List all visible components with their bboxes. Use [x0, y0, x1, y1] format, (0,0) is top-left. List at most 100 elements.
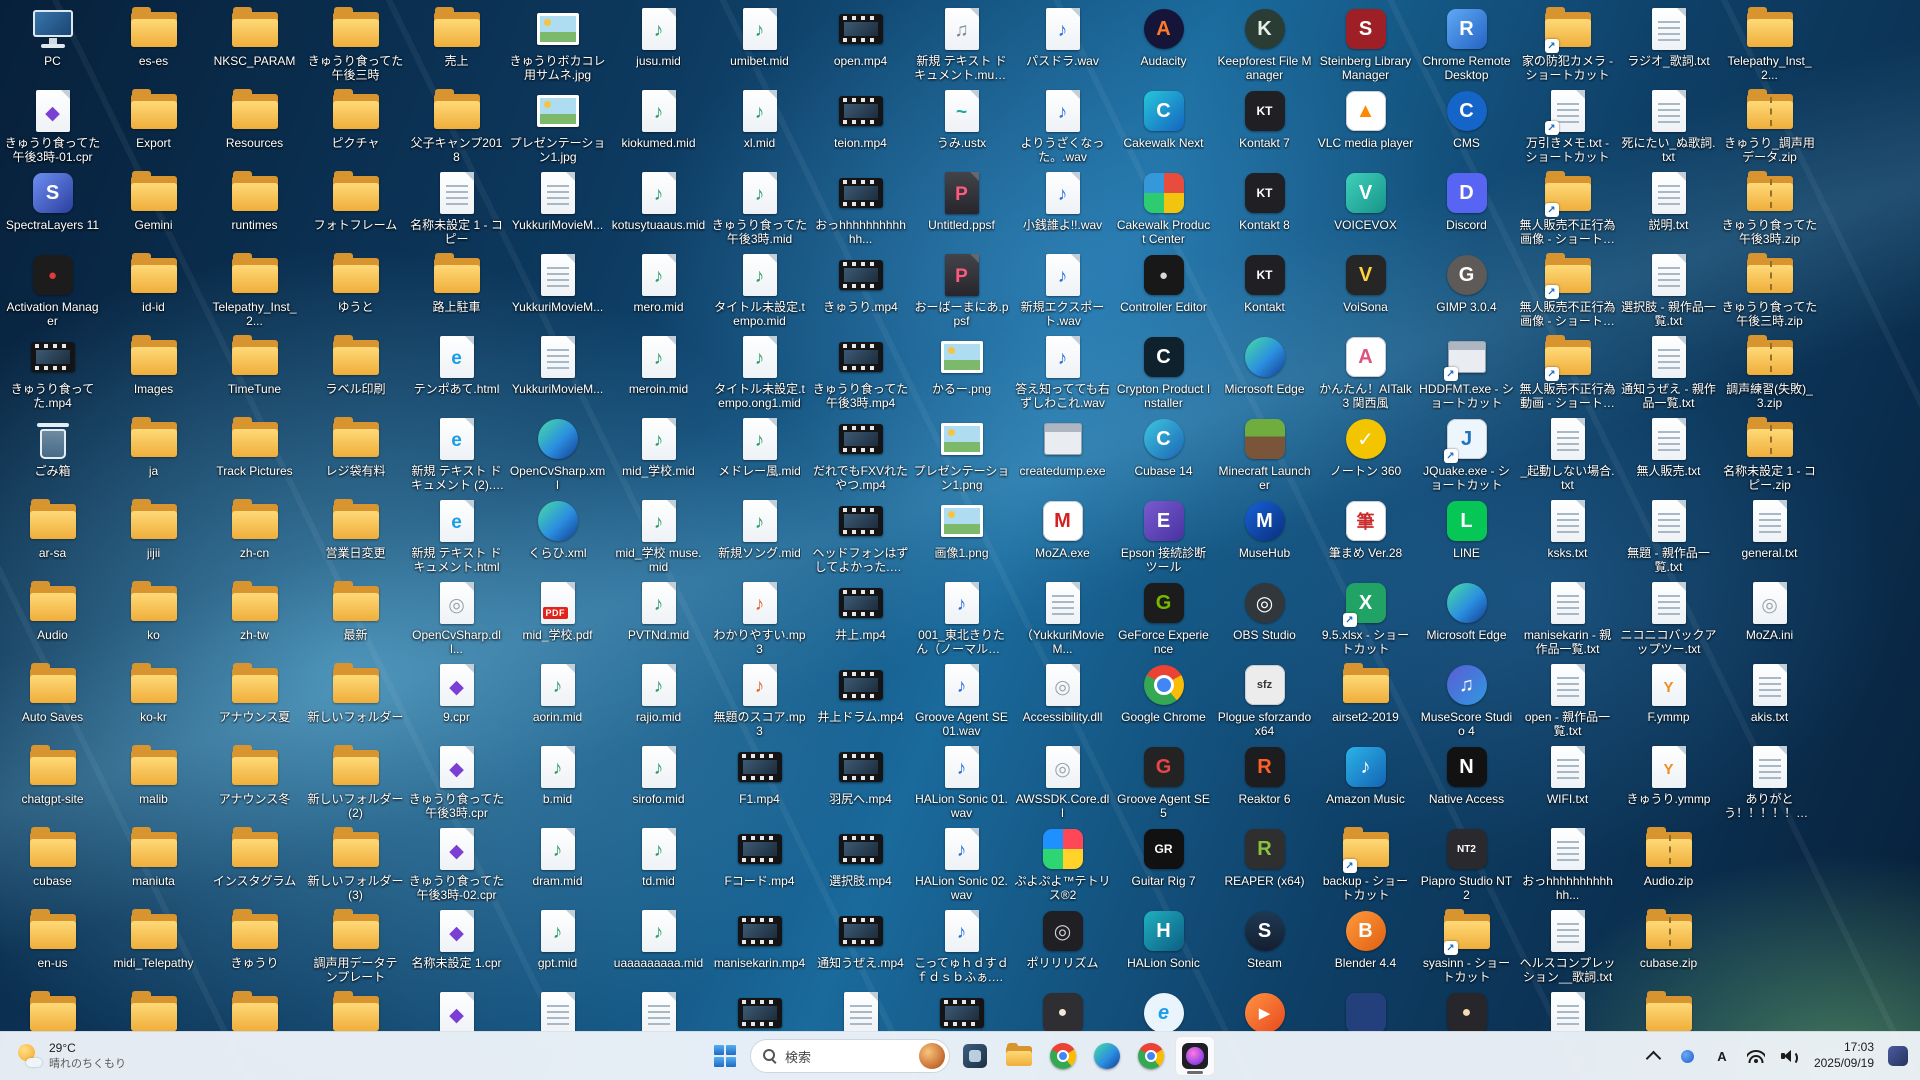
desktop-icon[interactable]: 名称未設定 1 - コピー: [406, 167, 507, 249]
desktop-icon[interactable]: ◆きゅうり食ってた午後3時-01.cpr: [2, 85, 103, 167]
desktop-icon[interactable]: ●Controller Editor: [1113, 249, 1214, 331]
desktop-icon[interactable]: en-us: [2, 905, 103, 987]
desktop-icon[interactable]: YukkuriMovieM...: [507, 331, 608, 413]
desktop-icon[interactable]: NKSC_PARAM: [204, 3, 305, 85]
desktop-icon[interactable]: ↗syasinn - ショートカット: [1416, 905, 1517, 987]
desktop-icon[interactable]: YukkuriMovieM...: [507, 249, 608, 331]
desktop-icon[interactable]: ar-sa: [2, 495, 103, 577]
desktop-icon[interactable]: ♪jusu.mid: [608, 3, 709, 85]
desktop-icon[interactable]: LLINE: [1416, 495, 1517, 577]
desktop-icon[interactable]: きゅうり食ってた午後三時.zip: [1719, 249, 1820, 331]
desktop-icon[interactable]: ◎Accessibility.dll: [1012, 659, 1113, 741]
desktop-icon[interactable]: ◆きゅうり食ってた午後3時-02.cpr: [406, 823, 507, 905]
desktop-icon[interactable]: ♪こってゅｈｄすｄｆｄｓｂふぁ.wav: [911, 905, 1012, 987]
start-button[interactable]: [705, 1036, 745, 1076]
desktop-icon[interactable]: ヘルスコンプレッション__歌詞.txt: [1517, 905, 1618, 987]
desktop-icon[interactable]: ラジオ_歌詞.txt: [1618, 3, 1719, 85]
desktop-icon[interactable]: ♪PVTNd.mid: [608, 577, 709, 659]
desktop-icon[interactable]: CCubase 14: [1113, 413, 1214, 495]
desktop-icon[interactable]: cubase.zip: [1618, 905, 1719, 987]
desktop-icon[interactable]: KTKontakt 8: [1214, 167, 1315, 249]
desktop-icon[interactable]: id-id: [103, 249, 204, 331]
desktop-icon[interactable]: [709, 987, 810, 1032]
desktop-icon[interactable]: ♫新規 テキスト ドキュメント.musicxml: [911, 3, 1012, 85]
desktop-icon[interactable]: Images: [103, 331, 204, 413]
desktop-icon[interactable]: OpenCvSharp.xml: [507, 413, 608, 495]
desktop-icon[interactable]: GGeForce Experience: [1113, 577, 1214, 659]
desktop-icon[interactable]: 路上駐車: [406, 249, 507, 331]
desktop-icon[interactable]: Fコード.mp4: [709, 823, 810, 905]
desktop-icon[interactable]: 選択肢 - 親作品一覧.txt: [1618, 249, 1719, 331]
desktop-icon[interactable]: GRGuitar Rig 7: [1113, 823, 1214, 905]
desktop-icon[interactable]: ko: [103, 577, 204, 659]
desktop-icon[interactable]: きゅうり食ってた.mp4: [2, 331, 103, 413]
desktop-icon[interactable]: X↗9.5.xlsx - ショートカット: [1315, 577, 1416, 659]
desktop-icon[interactable]: akis.txt: [1719, 659, 1820, 741]
desktop-icon[interactable]: ♪umibet.mid: [709, 3, 810, 85]
desktop-icon[interactable]: midi_Telepathy: [103, 905, 204, 987]
desktop-icon[interactable]: ksks.txt: [1517, 495, 1618, 577]
desktop-icon[interactable]: 選択肢.mp4: [810, 823, 911, 905]
desktop-icon[interactable]: ぷよぷよ™テトリス®2: [1012, 823, 1113, 905]
desktop-icon[interactable]: きゅうり_調声用データ.zip: [1719, 85, 1820, 167]
desktop-icon[interactable]: ♪小銭誰よ!!.wav: [1012, 167, 1113, 249]
desktop-icon[interactable]: きゅうり食ってた午後三時: [305, 3, 406, 85]
desktop-icon[interactable]: 説明.txt: [1618, 167, 1719, 249]
desktop-icon[interactable]: Telepathy_Inst_2...: [204, 249, 305, 331]
desktop-icon[interactable]: 最新: [305, 577, 406, 659]
desktop-icon[interactable]: Google Chrome: [1113, 659, 1214, 741]
taskbar-app-chrome[interactable]: [1043, 1036, 1083, 1076]
desktop-icon[interactable]: ko-kr: [103, 659, 204, 741]
desktop-icon[interactable]: ↗無人販売不正行為動画 - ショートカット: [1517, 331, 1618, 413]
desktop-icon[interactable]: ♪td.mid: [608, 823, 709, 905]
desktop-icon[interactable]: きゅうり食ってた午後3時.zip: [1719, 167, 1820, 249]
desktop-icon[interactable]: CCakewalk Next: [1113, 85, 1214, 167]
desktop-icon[interactable]: [204, 987, 305, 1032]
desktop-icon[interactable]: ●: [1012, 987, 1113, 1032]
desktop-icon[interactable]: 無人販売.txt: [1618, 413, 1719, 495]
desktop-icon[interactable]: ♪タイトル未設定.tempo.mid: [709, 249, 810, 331]
desktop-icon[interactable]: ごみ箱: [2, 413, 103, 495]
desktop-icon[interactable]: ♪dram.mid: [507, 823, 608, 905]
desktop-icon[interactable]: プレゼンテーション1.png: [911, 413, 1012, 495]
desktop-icon[interactable]: zh-cn: [204, 495, 305, 577]
desktop-icon[interactable]: ↗万引きメモ.txt - ショートカット: [1517, 85, 1618, 167]
desktop-icon[interactable]: ♪答え知ってても右ずしわこれ.wav: [1012, 331, 1113, 413]
desktop-icon[interactable]: [305, 987, 406, 1032]
desktop-icon[interactable]: BBlender 4.4: [1315, 905, 1416, 987]
taskbar-clock[interactable]: 17:03 2025/09/19: [1808, 1040, 1880, 1071]
desktop-icon[interactable]: KTKontakt 7: [1214, 85, 1315, 167]
desktop-icon[interactable]: プレゼンテーション1.jpg: [507, 85, 608, 167]
ime-indicator[interactable]: A: [1706, 1039, 1738, 1073]
desktop-icon[interactable]: ◆: [406, 987, 507, 1032]
desktop-icon[interactable]: 新しいフォルダー (2): [305, 741, 406, 823]
desktop-icon[interactable]: zh-tw: [204, 577, 305, 659]
desktop-icon[interactable]: general.txt: [1719, 495, 1820, 577]
desktop-icon[interactable]: Audio: [2, 577, 103, 659]
desktop-icon[interactable]: VVOICEVOX: [1315, 167, 1416, 249]
desktop-icon[interactable]: ♪gpt.mid: [507, 905, 608, 987]
desktop-icon[interactable]: Export: [103, 85, 204, 167]
desktop-icon[interactable]: Track Pictures: [204, 413, 305, 495]
weather-widget[interactable]: 29°C 晴れのちくもり: [6, 1032, 136, 1080]
desktop-icon[interactable]: ja: [103, 413, 204, 495]
desktop-icon[interactable]: ありがとう！！！！！！.txt: [1719, 741, 1820, 823]
desktop-icon[interactable]: レジ袋有料: [305, 413, 406, 495]
desktop-icon[interactable]: VVoiSona: [1315, 249, 1416, 331]
desktop-icon[interactable]: ヘッドフォンはずしてよかった.mp4: [810, 495, 911, 577]
desktop-icon[interactable]: ゆうと: [305, 249, 406, 331]
desktop-icon[interactable]: teion.mp4: [810, 85, 911, 167]
desktop-icon[interactable]: ♪パスドラ.wav: [1012, 3, 1113, 85]
desktop-icon[interactable]: sfzPlogue sforzando x64: [1214, 659, 1315, 741]
desktop-icon[interactable]: GGIMP 3.0.4: [1416, 249, 1517, 331]
desktop-icon[interactable]: CCrypton Product Installer: [1113, 331, 1214, 413]
desktop-icon[interactable]: ◆9.cpr: [406, 659, 507, 741]
desktop-icon[interactable]: アナウンス夏: [204, 659, 305, 741]
desktop-icon[interactable]: Cakewalk Product Center: [1113, 167, 1214, 249]
desktop-icon[interactable]: SSteinberg Library Manager: [1315, 3, 1416, 85]
hidden-icons-chevron[interactable]: [1638, 1039, 1670, 1073]
desktop-icon[interactable]: AAudacity: [1113, 3, 1214, 85]
desktop-icon[interactable]: ♪よりうざくなった。.wav: [1012, 85, 1113, 167]
desktop-icon[interactable]: きゅうり: [204, 905, 305, 987]
desktop-icon[interactable]: [608, 987, 709, 1032]
